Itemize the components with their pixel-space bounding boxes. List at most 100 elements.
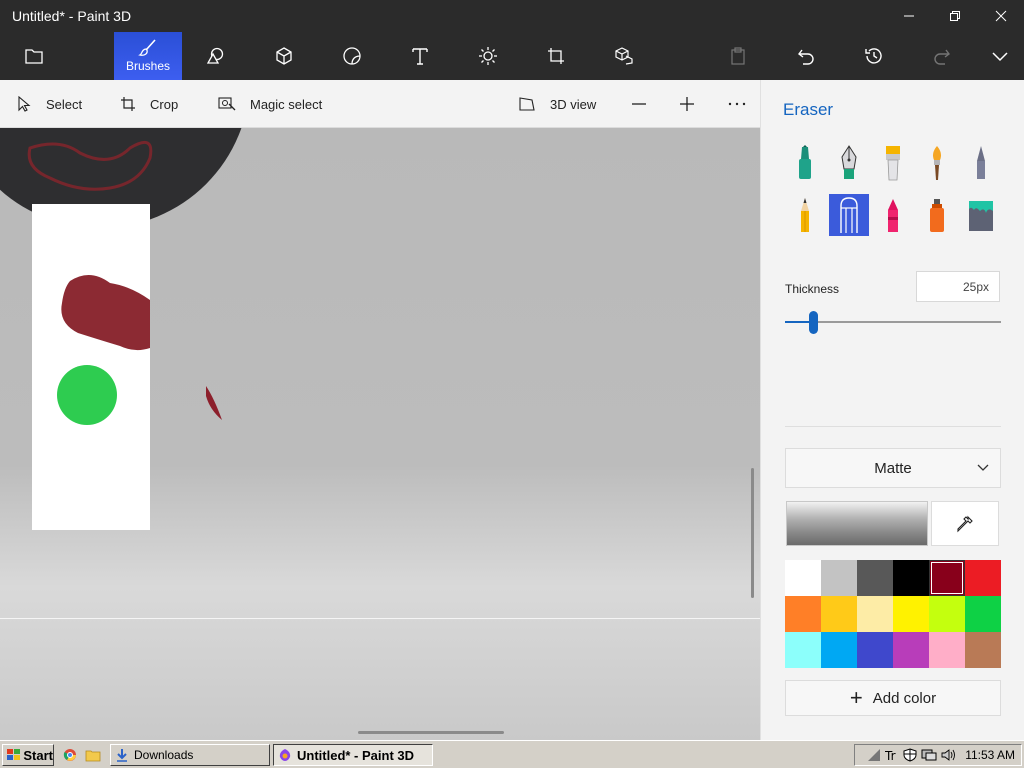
crop-button[interactable]: Crop bbox=[120, 80, 178, 128]
downloads-label: Downloads bbox=[134, 748, 194, 762]
color-swatch[interactable] bbox=[893, 560, 929, 596]
taskbar: Start Downloads Untitled* - Paint 3D Tr … bbox=[0, 740, 1024, 768]
add-color-label: Add color bbox=[872, 689, 937, 707]
eraser-brush[interactable] bbox=[829, 194, 869, 236]
magic-select-label: Magic select bbox=[250, 96, 323, 112]
thickness-label: Thickness bbox=[785, 282, 840, 296]
vertical-scrollbar[interactable] bbox=[751, 468, 754, 598]
thickness-slider-thumb[interactable] bbox=[809, 311, 819, 334]
canvas-drawing[interactable] bbox=[0, 128, 760, 740]
ime-icon[interactable]: Tr bbox=[885, 748, 899, 762]
select-label: Select bbox=[46, 96, 83, 112]
pixel-pen-icon bbox=[977, 146, 985, 179]
material-dropdown[interactable]: Matte bbox=[785, 448, 1001, 488]
minimize-button[interactable] bbox=[886, 0, 932, 32]
marker-icon bbox=[799, 145, 811, 179]
history-button[interactable] bbox=[840, 32, 908, 80]
calligraphy-pen-brush[interactable] bbox=[829, 142, 869, 184]
taskbar-downloads[interactable]: Downloads bbox=[110, 744, 270, 766]
canvas-crop-icon bbox=[548, 48, 564, 64]
color-swatch[interactable] bbox=[785, 632, 821, 668]
color-swatch[interactable] bbox=[893, 596, 929, 632]
color-swatch[interactable] bbox=[857, 632, 893, 668]
color-swatch[interactable] bbox=[821, 596, 857, 632]
chevron-down-icon bbox=[992, 52, 1008, 62]
color-swatch[interactable] bbox=[929, 560, 965, 596]
2d-shapes-button[interactable] bbox=[182, 32, 250, 80]
color-swatch[interactable] bbox=[929, 596, 965, 632]
color-swatch[interactable] bbox=[785, 560, 821, 596]
crayon-brush[interactable] bbox=[873, 194, 913, 236]
spray-can-brush[interactable] bbox=[917, 194, 957, 236]
color-swatch[interactable] bbox=[893, 632, 929, 668]
thickness-input[interactable]: 25px bbox=[916, 271, 1000, 302]
network-icon[interactable] bbox=[867, 748, 881, 762]
paste-button[interactable] bbox=[704, 32, 772, 80]
zoom-in-button[interactable] bbox=[679, 80, 709, 128]
zoom-out-button[interactable] bbox=[631, 80, 661, 128]
color-swatch[interactable] bbox=[821, 560, 857, 596]
color-swatch[interactable] bbox=[857, 560, 893, 596]
restore-button[interactable] bbox=[932, 0, 978, 32]
volume-icon[interactable] bbox=[941, 748, 957, 762]
undo-button[interactable] bbox=[772, 32, 840, 80]
paint3d-taskbar-label: Untitled* - Paint 3D bbox=[297, 747, 415, 763]
canvas-button[interactable] bbox=[522, 32, 590, 80]
color-swatch[interactable] bbox=[929, 632, 965, 668]
chrome-icon[interactable] bbox=[63, 748, 77, 762]
3d-view-button[interactable]: 3D view bbox=[518, 80, 596, 128]
calligraphy-pen-icon bbox=[841, 145, 857, 179]
effects-button[interactable] bbox=[454, 32, 522, 80]
folder-icon[interactable] bbox=[85, 748, 101, 762]
pixel-pen-brush[interactable] bbox=[961, 142, 1001, 184]
select-button[interactable]: Select bbox=[16, 80, 82, 128]
close-button[interactable] bbox=[978, 0, 1024, 32]
monitor-icon[interactable] bbox=[921, 748, 937, 762]
crop-icon bbox=[121, 97, 135, 111]
cube-icon bbox=[276, 47, 292, 65]
more-options-button[interactable] bbox=[728, 80, 760, 128]
current-color-swatch[interactable] bbox=[786, 501, 928, 546]
color-swatch[interactable] bbox=[965, 632, 1001, 668]
start-button[interactable]: Start bbox=[2, 744, 54, 766]
windows-flag-icon bbox=[7, 749, 20, 760]
shield-icon[interactable] bbox=[903, 748, 917, 762]
watercolor-brush[interactable] bbox=[917, 142, 957, 184]
color-swatch[interactable] bbox=[965, 596, 1001, 632]
fill-bucket-brush[interactable] bbox=[961, 194, 1001, 236]
oil-brush[interactable] bbox=[873, 142, 913, 184]
marker-brush[interactable] bbox=[785, 142, 825, 184]
clock: 11:53 AM bbox=[965, 748, 1015, 762]
taskbar-paint3d[interactable]: Untitled* - Paint 3D bbox=[273, 744, 433, 766]
paste-icon bbox=[731, 47, 745, 65]
color-swatch[interactable] bbox=[785, 596, 821, 632]
horizontal-scrollbar[interactable] bbox=[358, 731, 504, 734]
add-color-button[interactable]: + Add color bbox=[785, 680, 1001, 716]
redo-icon bbox=[934, 49, 950, 65]
text-button[interactable] bbox=[386, 32, 454, 80]
stickers-button[interactable] bbox=[318, 32, 386, 80]
expand-ribbon-button[interactable] bbox=[966, 32, 1024, 80]
color-swatch[interactable] bbox=[965, 560, 1001, 596]
pencil-brush[interactable] bbox=[785, 194, 825, 236]
brushes-button[interactable]: Brushes bbox=[114, 32, 182, 80]
3d-library-button[interactable] bbox=[590, 32, 658, 80]
color-swatch[interactable] bbox=[821, 632, 857, 668]
history-icon bbox=[865, 48, 882, 64]
3d-view-label: 3D view bbox=[550, 96, 597, 112]
undo-icon bbox=[798, 49, 814, 65]
minimize-icon bbox=[904, 15, 914, 17]
workspace[interactable] bbox=[0, 128, 760, 740]
color-swatch[interactable] bbox=[857, 596, 893, 632]
title-bar: Untitled* - Paint 3D bbox=[0, 0, 1024, 32]
system-tray: Tr 11:53 AM bbox=[854, 744, 1022, 766]
eyedropper-button[interactable] bbox=[931, 501, 999, 546]
brush-panel: Eraser Thickness 25px Matte + Add color bbox=[760, 80, 1024, 740]
3d-shapes-button[interactable] bbox=[250, 32, 318, 80]
green-circle bbox=[57, 365, 117, 425]
brush-icon bbox=[138, 39, 156, 56]
color-palette bbox=[785, 560, 1001, 668]
magic-select-button[interactable]: Magic select bbox=[218, 80, 322, 128]
panel-title: Eraser bbox=[783, 100, 834, 119]
menu-button[interactable] bbox=[0, 32, 68, 80]
